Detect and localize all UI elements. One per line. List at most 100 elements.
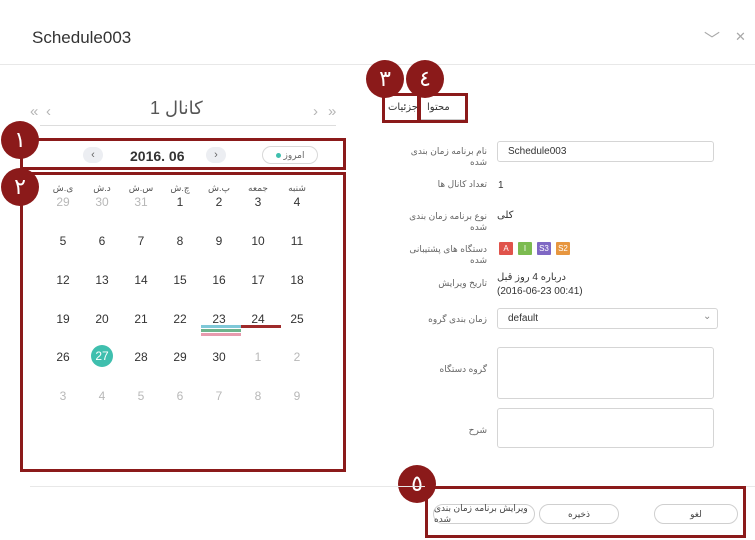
tab-content[interactable]: محتوا xyxy=(427,102,450,113)
calendar-day[interactable]: 25 xyxy=(277,312,317,326)
device-type-badge: S2 xyxy=(556,242,570,255)
today-label: امروز xyxy=(283,149,305,160)
weekday-label: جمعه xyxy=(248,183,268,193)
calendar-day[interactable]: 28 xyxy=(121,350,161,364)
description-label: شرح xyxy=(468,425,487,435)
cancel-button[interactable]: لغو xyxy=(654,504,738,524)
chevron-down-icon: ⌄ xyxy=(703,311,712,322)
edit-date-label: تاریخ ویرایش xyxy=(438,278,487,288)
calendar-day[interactable]: 5 xyxy=(121,389,161,403)
device-type-badge: S3 xyxy=(537,242,551,255)
calendar-day[interactable]: 9 xyxy=(277,389,317,403)
badge-2: ٢ xyxy=(1,168,39,206)
calendar-day[interactable]: 29 xyxy=(43,195,83,209)
calendar-day[interactable]: 1 xyxy=(238,350,278,364)
group-schedule-label: زمان بندی گروه xyxy=(428,314,487,324)
calendar-day[interactable]: 16 xyxy=(199,273,239,287)
calendar-day[interactable]: 9 xyxy=(199,234,239,248)
tab-details[interactable]: جزئيات xyxy=(388,102,418,113)
schedule-type-value: کلی xyxy=(497,210,514,221)
today-button[interactable]: امروز xyxy=(262,146,318,164)
event-bar-pink[interactable] xyxy=(201,333,241,336)
calendar-day[interactable]: 15 xyxy=(160,273,200,287)
calendar-day[interactable]: 18 xyxy=(277,273,317,287)
month-label: 2016. 06 xyxy=(130,148,185,164)
first-channel-icon[interactable]: « xyxy=(30,103,38,120)
next-channel-icon[interactable]: › xyxy=(313,103,318,120)
weekday-label: شنبه xyxy=(288,183,306,193)
schedule-name-input[interactable]: Schedule003 xyxy=(497,141,714,162)
channels-count-value: 1 xyxy=(498,180,504,191)
last-channel-icon[interactable]: » xyxy=(328,103,336,120)
prev-channel-icon[interactable]: ‹ xyxy=(46,103,51,120)
description-field[interactable] xyxy=(497,408,714,448)
calendar-day-today[interactable]: 27 xyxy=(82,345,122,367)
calendar-day[interactable]: 4 xyxy=(277,195,317,209)
channels-count-label: تعداد کانال ها xyxy=(437,179,487,189)
calendar-day[interactable]: 21 xyxy=(121,312,161,326)
calendar-day[interactable]: 31 xyxy=(121,195,161,209)
minimize-icon[interactable]: ﹀ xyxy=(704,26,720,50)
calendar-day[interactable]: 6 xyxy=(82,234,122,248)
calendar-day[interactable]: 20 xyxy=(82,312,122,326)
channel-divider xyxy=(40,125,336,126)
weekday-label: س.ش xyxy=(128,183,154,193)
supported-devices: A I S3 S2 xyxy=(499,242,570,255)
calendar-day[interactable]: 24 xyxy=(238,312,278,326)
group-schedule-select[interactable]: default ⌄ xyxy=(497,308,718,329)
calendar-day[interactable]: 26 xyxy=(43,350,83,364)
calendar-day[interactable]: 10 xyxy=(238,234,278,248)
prev-month-button[interactable]: ‹ xyxy=(83,147,103,163)
edit-date-relative: درباره 4 روز قبل xyxy=(497,272,566,283)
calendar-day[interactable]: 8 xyxy=(238,389,278,403)
calendar-day[interactable]: 6 xyxy=(160,389,200,403)
channel-label: كانال 1 xyxy=(150,98,203,118)
calendar-day[interactable]: 5 xyxy=(43,234,83,248)
calendar-day[interactable]: 4 xyxy=(82,389,122,403)
weekday-label: ی.ش xyxy=(52,183,74,193)
calendar-day[interactable]: 12 xyxy=(43,273,83,287)
calendar-day[interactable]: 13 xyxy=(82,273,122,287)
today-day-number: 27 xyxy=(91,345,113,367)
edit-date-absolute: (2016-06-23 00:41) xyxy=(497,286,583,297)
calendar-day[interactable]: 3 xyxy=(238,195,278,209)
event-bar-red[interactable] xyxy=(241,325,281,328)
calendar-day[interactable]: 19 xyxy=(43,312,83,326)
window-title: Schedule003 xyxy=(32,28,132,47)
calendar-day[interactable]: 7 xyxy=(121,234,161,248)
schedule-name-label: نام برنامه زمان بندی شده xyxy=(410,146,487,167)
group-schedule-value: default xyxy=(508,313,539,324)
device-type-badge: A xyxy=(499,242,513,255)
badge-1: ١ xyxy=(1,121,39,159)
schedule-name-value: Schedule003 xyxy=(508,146,567,157)
calendar-day[interactable]: 3 xyxy=(43,389,83,403)
schedule-type-label: نوع برنامه زمان بندی شده xyxy=(409,211,487,232)
edit-schedule-button[interactable]: ویرایش برنامه زمان بندی شده xyxy=(433,503,535,524)
calendar-day[interactable]: 7 xyxy=(199,389,239,403)
calendar-day[interactable]: 2 xyxy=(199,195,239,209)
calendar-day[interactable]: 30 xyxy=(199,350,239,364)
event-bar-teal[interactable] xyxy=(201,325,241,328)
calendar-day[interactable]: 23 xyxy=(199,312,239,326)
weekday-label: د.ش xyxy=(93,183,111,193)
calendar-day[interactable]: 22 xyxy=(160,312,200,326)
supported-devices-label: دستگاه های پشتیبانی شده xyxy=(409,244,487,265)
calendar-day[interactable]: 30 xyxy=(82,195,122,209)
save-button[interactable]: ذخیره xyxy=(539,504,619,524)
calendar-day[interactable]: 14 xyxy=(121,273,161,287)
today-dot-icon xyxy=(275,152,281,158)
weekday-label: چ.ش xyxy=(170,183,190,193)
device-group-label: گروه دستگاه xyxy=(439,364,487,374)
device-type-badge: I xyxy=(518,242,532,255)
calendar-day[interactable]: 1 xyxy=(160,195,200,209)
device-group-field[interactable] xyxy=(497,347,714,399)
weekday-label: پ.ش xyxy=(208,183,230,193)
close-icon[interactable]: ✕ xyxy=(735,29,746,45)
calendar-day[interactable]: 11 xyxy=(277,234,317,248)
next-month-button[interactable]: › xyxy=(206,147,226,163)
calendar-day[interactable]: 2 xyxy=(277,350,317,364)
calendar-day[interactable]: 8 xyxy=(160,234,200,248)
calendar-day[interactable]: 29 xyxy=(160,350,200,364)
event-bar-green[interactable] xyxy=(201,329,241,332)
calendar-day[interactable]: 17 xyxy=(238,273,278,287)
